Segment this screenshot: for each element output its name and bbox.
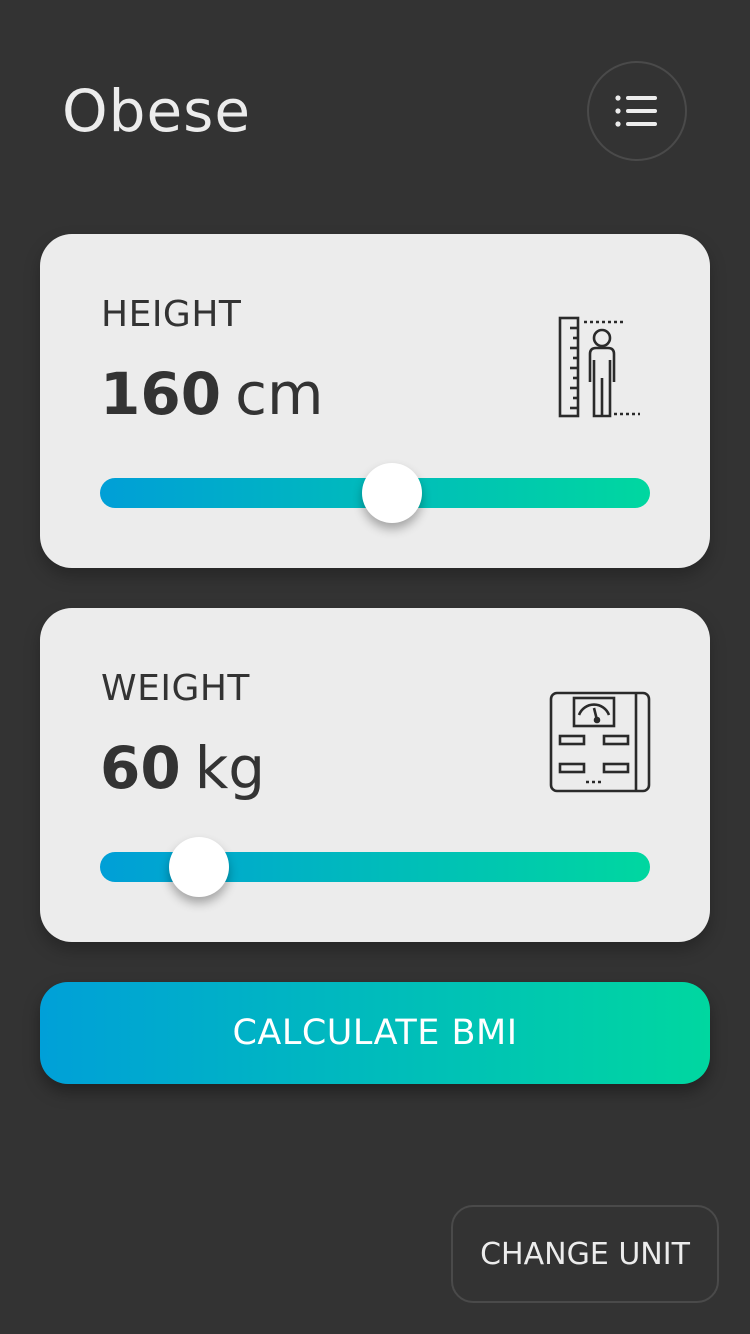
weight-number: 60: [100, 734, 181, 802]
calculate-bmi-button[interactable]: CALCULATE BMI: [40, 982, 710, 1084]
height-value: 160 cm: [100, 360, 323, 428]
height-slider[interactable]: [100, 463, 650, 523]
page-title: Obese: [62, 77, 252, 145]
weight-unit: kg: [194, 734, 266, 802]
height-card: HEIGHT 160 cm: [40, 234, 710, 568]
weight-slider-thumb[interactable]: [169, 837, 229, 897]
height-label: HEIGHT: [101, 294, 242, 335]
weight-slider[interactable]: [100, 837, 650, 897]
menu-button[interactable]: [587, 61, 687, 161]
weight-value: 60 kg: [100, 734, 265, 802]
weight-label: WEIGHT: [101, 668, 250, 709]
weight-card: WEIGHT 60 kg: [40, 608, 710, 942]
height-slider-thumb[interactable]: [361, 463, 422, 523]
list-menu-icon: [615, 95, 657, 127]
change-unit-button[interactable]: CHANGE UNIT: [451, 1205, 719, 1303]
weighing-scale-icon: [548, 690, 652, 798]
height-unit: cm: [235, 360, 324, 428]
height-number: 160: [100, 360, 222, 428]
height-measure-icon: [558, 316, 642, 424]
